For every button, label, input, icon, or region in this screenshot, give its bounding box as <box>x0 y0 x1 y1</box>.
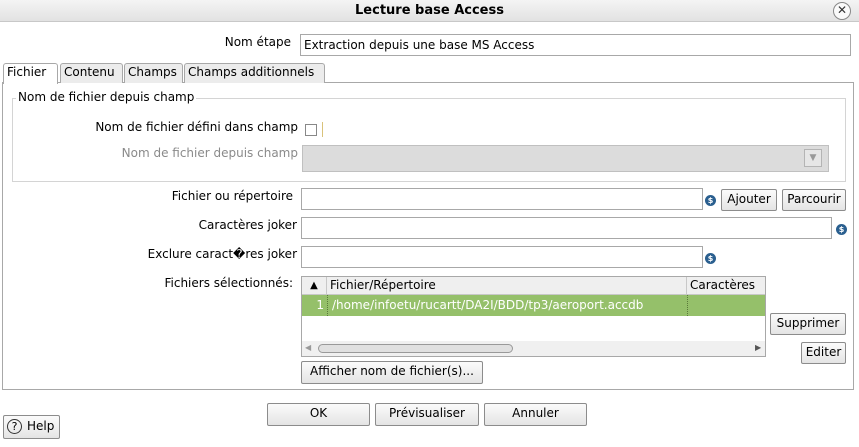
file-or-directory-input[interactable] <box>301 188 703 210</box>
row-index: 1 <box>316 298 324 312</box>
cell-divider <box>327 295 328 316</box>
selected-files-table: ▲ Fichier/Répertoire Caractères 1 /home/… <box>301 276 766 357</box>
column-header-wildcard[interactable]: Caractères <box>687 277 765 295</box>
file-or-directory-label: Fichier ou répertoire <box>171 189 293 203</box>
filename-in-field-checkbox[interactable] <box>305 124 317 136</box>
delete-button[interactable]: Supprimer <box>770 313 846 335</box>
sort-indicator-icon[interactable]: ▲ <box>302 277 327 295</box>
help-icon: ? <box>7 419 22 434</box>
row-wildcard[interactable] <box>691 295 763 316</box>
cancel-button[interactable]: Annuler <box>484 403 587 426</box>
filename-field-label: Nom de fichier depuis champ <box>121 146 298 160</box>
group-legend: Nom de fichier depuis champ <box>16 90 197 104</box>
tab-contenu[interactable]: Contenu <box>60 63 123 83</box>
exclude-wildcard-input[interactable] <box>301 246 703 268</box>
preview-button[interactable]: Prévisualiser <box>375 403 479 426</box>
chevron-down-icon: ▼ <box>804 149 822 167</box>
wildcard-input[interactable] <box>301 217 832 239</box>
help-label: Help <box>27 419 55 433</box>
scroll-left-icon[interactable]: ◀ <box>305 343 311 352</box>
ok-button[interactable]: OK <box>267 403 370 426</box>
step-name-label: Nom étape <box>224 35 291 49</box>
wildcard-label: Caractères joker <box>198 218 297 232</box>
cell-divider <box>687 295 688 316</box>
horizontal-scrollbar[interactable]: ◀ ▶ <box>302 341 765 356</box>
close-icon[interactable]: ✕ <box>833 2 851 20</box>
selected-files-label: Fichiers sélectionnés: <box>164 276 293 290</box>
window-title: Lecture base Access <box>355 3 504 18</box>
row-path[interactable]: /home/infoetu/rucartt/DA2I/BDD/tp3/aerop… <box>332 295 685 316</box>
variable-icon: $ <box>836 224 847 235</box>
column-header-file[interactable]: Fichier/Répertoire <box>327 277 687 295</box>
tab-champs-additionnels[interactable]: Champs additionnels <box>184 63 325 83</box>
variable-icon: $ <box>705 195 716 206</box>
show-filenames-button[interactable]: Afficher nom de fichier(s)... <box>301 361 483 384</box>
variable-icon: $ <box>705 253 716 264</box>
filename-field-select <box>302 145 829 172</box>
step-name-input[interactable]: Extraction depuis une base MS Access <box>300 34 851 56</box>
help-button[interactable]: ? Help <box>3 415 60 439</box>
scrollbar-thumb[interactable] <box>318 344 513 353</box>
add-button[interactable]: Ajouter <box>721 189 777 211</box>
focus-marker <box>322 122 323 137</box>
scroll-right-icon[interactable]: ▶ <box>755 343 761 352</box>
edit-button[interactable]: Editer <box>801 342 846 364</box>
filename-in-field-label: Nom de fichier défini dans champ <box>95 120 298 134</box>
browse-button[interactable]: Parcourir <box>782 189 846 211</box>
tab-fichier[interactable]: Fichier <box>3 63 58 84</box>
exclude-wildcard-label: Exclure caract�res joker <box>147 247 297 261</box>
tab-champs[interactable]: Champs <box>124 63 183 83</box>
